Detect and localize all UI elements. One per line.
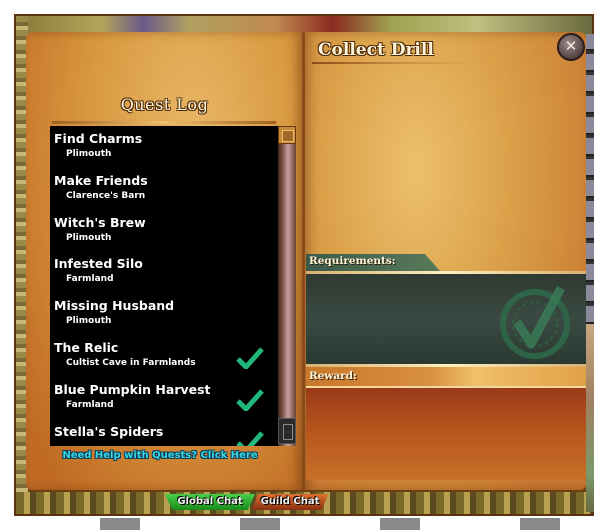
guild-chat-tab[interactable]: Guild Chat — [252, 494, 328, 510]
quest-name: Witch's Brew — [54, 214, 146, 230]
title-divider — [52, 121, 276, 124]
quest-location: Plimouth — [66, 316, 112, 327]
scroll-down-button[interactable] — [278, 418, 296, 444]
quest-location: Clarence's Barn — [66, 190, 146, 201]
quest-log-title: Quest Log — [120, 95, 209, 114]
requirements-label: Requirements: — [309, 255, 396, 267]
quest-list-item[interactable]: The Relic Cultist Cave in Farmlands — [50, 335, 278, 377]
close-icon: ✕ — [564, 37, 578, 55]
quest-list-item[interactable]: Stella's Spiders — [50, 419, 278, 446]
quest-list-scrollbar[interactable] — [278, 126, 296, 446]
global-chat-label: Global Chat — [177, 496, 243, 507]
quest-help-link[interactable]: Need Help with Quests? Click Here — [26, 450, 294, 461]
checkmark-icon — [236, 430, 264, 446]
quest-list-item[interactable]: Witch's Brew Plimouth — [50, 210, 278, 252]
quest-list-item[interactable]: Make Friends Clarence's Barn — [50, 168, 278, 210]
quest-name: Find Charms — [54, 131, 143, 146]
reward-label: Reward: — [309, 370, 357, 382]
quest-name: Infested Silo — [54, 256, 143, 272]
quest-location: Plimouth — [66, 149, 112, 159]
quest-list-item[interactable]: Blue Pumpkin Harvest Farmland — [50, 377, 278, 419]
reward-panel — [306, 388, 586, 480]
checkmark-icon — [236, 347, 264, 369]
quest-location: Farmland — [66, 274, 114, 285]
quest-name: Missing Husband — [54, 298, 175, 314]
detail-title-divider — [312, 62, 477, 64]
quest-name: Make Friends — [54, 172, 148, 188]
quest-detail-title: Collect Drill — [318, 40, 434, 60]
quest-location: Plimouth — [66, 232, 112, 243]
quest-list-item[interactable]: Find Charms Plimouth — [50, 126, 278, 168]
side-hotbar[interactable] — [586, 34, 594, 324]
close-button[interactable]: ✕ — [557, 33, 585, 61]
guild-chat-label: Guild Chat — [260, 496, 320, 507]
bottom-decoration — [30, 518, 590, 530]
scenery-background-right — [586, 324, 594, 512]
quest-list-item[interactable]: Missing Husband Plimouth — [50, 293, 278, 335]
global-chat-tab[interactable]: Global Chat — [165, 494, 255, 510]
checkmark-seal-icon — [500, 285, 570, 359]
quest-list[interactable]: Find Charms Plimouth Make Friends Clarence'… — [50, 126, 278, 446]
scroll-up-button[interactable] — [278, 126, 296, 144]
quest-list-item[interactable]: Infested Silo Farmland — [50, 251, 278, 293]
checkmark-icon — [236, 389, 264, 411]
